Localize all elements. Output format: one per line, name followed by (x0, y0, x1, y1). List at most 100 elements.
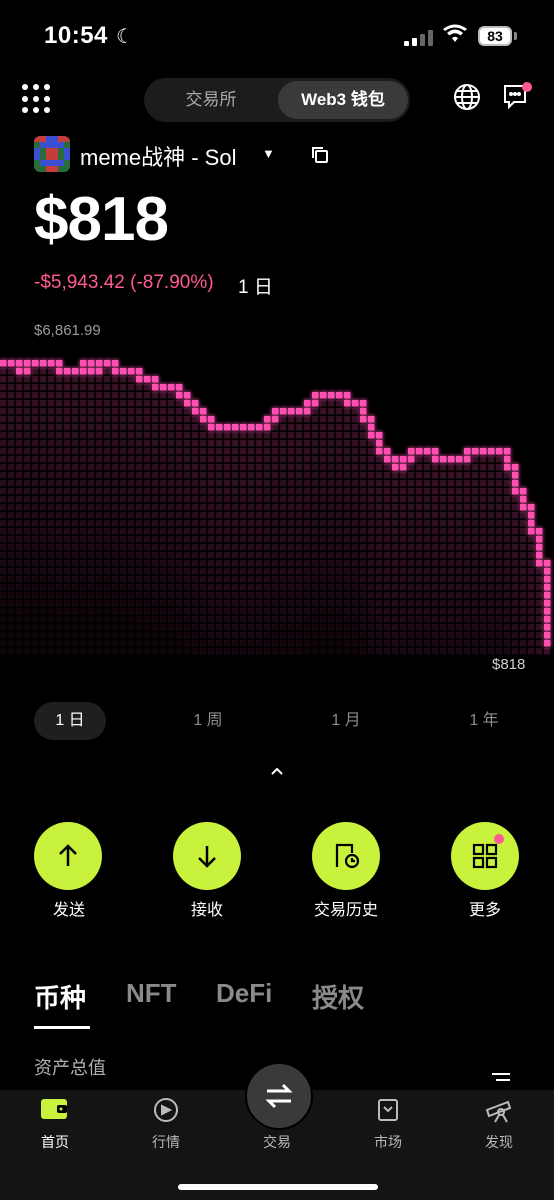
chart-fill-cell (528, 584, 535, 591)
range-1d[interactable]: 1 日 (34, 702, 106, 740)
tab-exchange[interactable]: 交易所 (176, 78, 246, 122)
market-icon[interactable] (152, 1096, 180, 1129)
chart-fill-cell (72, 552, 79, 559)
chart-line-point (408, 456, 415, 463)
chart-fill-cell (488, 584, 495, 591)
chart-fill-cell (232, 600, 239, 607)
chart-fill-cell (88, 560, 95, 567)
chart-fill-cell (120, 616, 127, 623)
nav-marketplace[interactable]: 市场 (348, 1132, 428, 1152)
chart-line-point (8, 360, 15, 367)
chart-line-point (64, 368, 71, 375)
chart-fill-cell (152, 456, 159, 463)
copy-icon[interactable] (310, 145, 330, 170)
chart-fill-cell (536, 568, 543, 575)
tab-web3-wallet[interactable]: Web3 钱包 (278, 81, 408, 119)
chart-fill-cell (112, 480, 119, 487)
chart-fill-cell (320, 592, 327, 599)
chart-fill-cell (192, 632, 199, 639)
chart-fill-cell (136, 472, 143, 479)
chart-fill-cell (112, 632, 119, 639)
chart-fill-cell (296, 472, 303, 479)
chart-fill-cell (8, 384, 15, 391)
chart-fill-cell (408, 632, 415, 639)
chart-line-point (80, 360, 87, 367)
chart-fill-cell (152, 416, 159, 423)
chart-fill-cell (288, 456, 295, 463)
chart-fill-cell (240, 472, 247, 479)
chart-fill-cell (64, 608, 71, 615)
range-1m[interactable]: 1 月 (310, 702, 382, 740)
nav-discover[interactable]: 发现 (459, 1132, 539, 1152)
chart-fill-cell (208, 440, 215, 447)
chart-fill-cell (200, 632, 207, 639)
send-button[interactable] (34, 822, 102, 890)
nav-trade[interactable]: 交易 (237, 1132, 317, 1152)
chart-fill-cell (152, 520, 159, 527)
tab-defi[interactable]: DeFi (216, 978, 272, 1009)
tab-approvals[interactable]: 授权 (312, 978, 364, 1015)
chart-fill-cell (144, 552, 151, 559)
chart-fill-cell (48, 448, 55, 455)
chart-line-point (344, 392, 351, 399)
chart-fill-cell (280, 640, 287, 647)
chart-fill-cell (280, 648, 287, 655)
chart-fill-cell (104, 384, 111, 391)
chart-fill-cell (104, 472, 111, 479)
chart-fill-cell (496, 496, 503, 503)
chart-fill-cell (448, 616, 455, 623)
chart-fill-cell (136, 592, 143, 599)
more-button[interactable] (451, 822, 519, 890)
chart-fill-cell (528, 648, 535, 655)
chart-fill-cell (488, 552, 495, 559)
chart-fill-cell (192, 512, 199, 519)
chart-fill-cell (288, 616, 295, 623)
chart-fill-cell (496, 600, 503, 607)
chart-fill-cell (64, 536, 71, 543)
tab-nft[interactable]: NFT (126, 978, 177, 1009)
range-1y[interactable]: 1 年 (448, 702, 520, 740)
chart-fill-cell (304, 512, 311, 519)
chart-fill-cell (408, 544, 415, 551)
chevron-up-icon[interactable] (268, 764, 286, 782)
chart-fill-cell (40, 552, 47, 559)
chart-fill-cell (112, 448, 119, 455)
chart-fill-cell (408, 520, 415, 527)
wallet-home-icon[interactable] (40, 1096, 70, 1127)
chart-fill-cell (368, 488, 375, 495)
chart-fill-cell (344, 504, 351, 511)
marketplace-icon[interactable] (374, 1096, 402, 1129)
chart-fill-cell (120, 376, 127, 383)
dropdown-caret-icon[interactable]: ▼ (262, 146, 275, 161)
chart-fill-cell (312, 568, 319, 575)
wallet-avatar[interactable] (34, 136, 70, 172)
chart-fill-cell (320, 416, 327, 423)
globe-icon[interactable] (452, 82, 482, 117)
home-indicator (178, 1184, 378, 1190)
chart-fill-cell (432, 496, 439, 503)
nav-home[interactable]: 首页 (15, 1132, 95, 1152)
nav-markets[interactable]: 行情 (126, 1132, 206, 1152)
wallet-name[interactable]: meme战神 - Sol (80, 140, 236, 172)
chart-fill-cell (80, 552, 87, 559)
chart-fill-cell (440, 520, 447, 527)
chart-fill-cell (72, 512, 79, 519)
apps-grid-icon[interactable] (22, 84, 52, 114)
chart-fill-cell (320, 648, 327, 655)
chart-fill-cell (280, 624, 287, 631)
chart-fill-cell (56, 440, 63, 447)
tab-tokens[interactable]: 币种 (34, 978, 86, 1015)
telescope-icon[interactable] (484, 1096, 514, 1129)
receive-button[interactable] (173, 822, 241, 890)
range-1w[interactable]: 1 周 (172, 702, 244, 740)
history-button[interactable] (312, 822, 380, 890)
chart-fill-cell (40, 376, 47, 383)
price-chart[interactable] (0, 320, 554, 680)
chart-fill-cell (464, 568, 471, 575)
chart-fill-cell (320, 600, 327, 607)
chart-fill-cell (256, 560, 263, 567)
chart-fill-cell (400, 480, 407, 487)
chart-fill-cell (208, 536, 215, 543)
chart-fill-cell (56, 456, 63, 463)
trade-button[interactable] (245, 1062, 313, 1130)
